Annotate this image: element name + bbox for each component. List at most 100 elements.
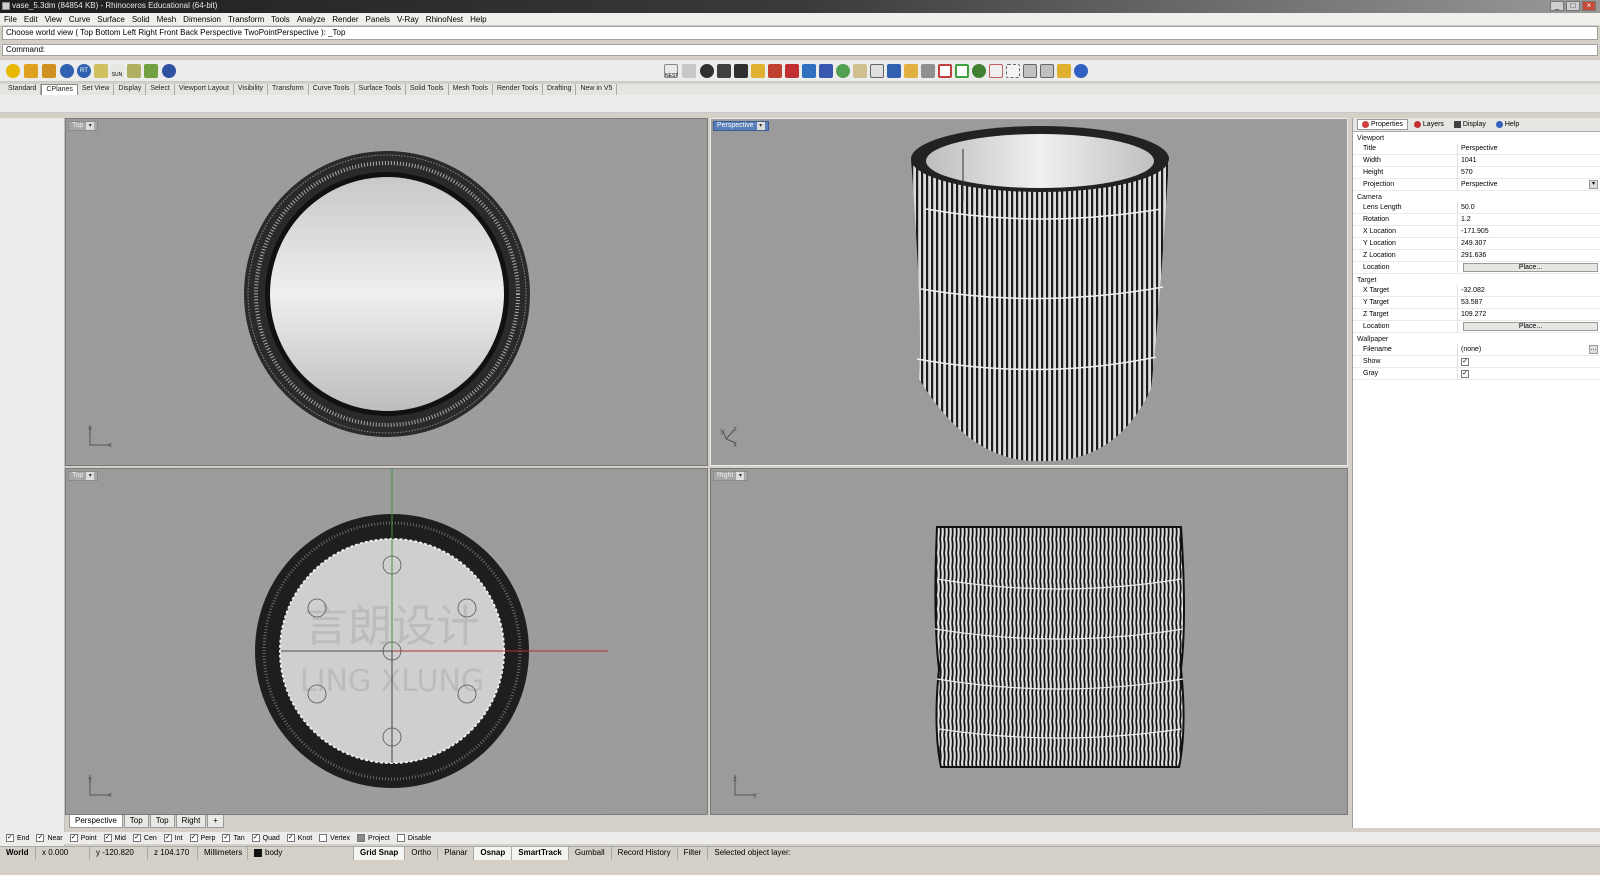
nest-sheet-icon[interactable]	[734, 64, 748, 78]
viewport-top-2[interactable]: Top ▾ 言朗设计 LING XLUNG y x	[65, 468, 708, 815]
osnap-int[interactable]: ✓ Int	[163, 834, 183, 842]
current-layer[interactable]: body	[248, 846, 354, 860]
tab-drafting[interactable]: Drafting	[543, 84, 577, 95]
osnap-mid-checkbox[interactable]: ✓	[103, 834, 112, 842]
prop-x-target-value[interactable]: -32.082	[1457, 285, 1600, 296]
menu-curve[interactable]: Curve	[69, 15, 90, 24]
menu-rhinonest[interactable]: RhinoNest	[426, 15, 463, 24]
osnap-vertex-checkbox[interactable]	[319, 834, 328, 842]
render-icon[interactable]	[60, 64, 74, 78]
viewport-title-right[interactable]: Right ▾	[713, 471, 749, 481]
osnap-disable-checkbox[interactable]	[396, 834, 405, 842]
planar-toggle[interactable]: Planar	[438, 846, 475, 860]
rhino-app-icon[interactable]	[2, 2, 10, 10]
osnap-perp[interactable]: ✓ Perp	[189, 834, 215, 842]
nest-stop-icon[interactable]	[768, 64, 782, 78]
close-button[interactable]: ×	[1582, 1, 1596, 11]
osnap-toggle[interactable]: Osnap	[474, 846, 513, 860]
viewport-menu-arrow-icon[interactable]: ▾	[736, 472, 745, 480]
tab-set-view[interactable]: Set View	[78, 84, 115, 95]
flag-icon[interactable]	[870, 64, 884, 78]
osnap-end[interactable]: ✓ End	[6, 834, 29, 842]
prop-title-value[interactable]: Perspective	[1457, 143, 1600, 154]
sun-icon[interactable]: SUN	[110, 64, 124, 78]
viewport-tab-right[interactable]: Right	[175, 815, 207, 828]
menu-view[interactable]: View	[45, 15, 62, 24]
prop-y-location-value[interactable]: 249.307	[1457, 238, 1600, 249]
projection-select[interactable]: Perspective ▾	[1457, 179, 1600, 190]
menu-solid[interactable]: Solid	[132, 15, 150, 24]
tab-cplanes[interactable]: CPlanes	[41, 84, 78, 95]
nest-parts-icon[interactable]	[717, 64, 731, 78]
osnap-knot[interactable]: ✓ Knot	[286, 834, 312, 842]
list-icon[interactable]	[682, 64, 696, 78]
arrow-blue-icon[interactable]	[802, 64, 816, 78]
menu-analyze[interactable]: Analyze	[297, 15, 325, 24]
osnap-int-checkbox[interactable]: ✓	[163, 834, 172, 842]
viewport-tab-top[interactable]: Top	[123, 815, 149, 828]
panel-tab-help[interactable]: Help	[1492, 120, 1523, 129]
viewport-tab-perspective[interactable]: Perspective	[69, 815, 123, 828]
menu-dimension[interactable]: Dimension	[183, 15, 221, 24]
osnap-cen-checkbox[interactable]: ✓	[132, 834, 141, 842]
minimize-button[interactable]: _	[1550, 1, 1564, 11]
units-indicator[interactable]: Millimeters	[198, 846, 248, 860]
open-icon[interactable]	[24, 64, 38, 78]
viewport-title-top[interactable]: Top ▾	[68, 121, 99, 131]
select-window-icon[interactable]	[938, 64, 952, 78]
prop-x-location-value[interactable]: -171.905	[1457, 226, 1600, 237]
wallpaper-filename-field[interactable]: (none)…	[1457, 344, 1600, 355]
grid-snap-toggle[interactable]: Grid Snap	[354, 846, 406, 860]
osnap-tan[interactable]: ✓ Tan	[222, 834, 245, 842]
osnap-quad-checkbox[interactable]: ✓	[251, 834, 260, 842]
ortho-toggle[interactable]: Ortho	[405, 846, 439, 860]
camera-place-button[interactable]: Place...	[1463, 263, 1598, 272]
ground-plane-icon[interactable]	[144, 64, 158, 78]
prop-height-value[interactable]: 570	[1457, 167, 1600, 178]
menu-file[interactable]: File	[4, 15, 17, 24]
menu-tools[interactable]: Tools	[271, 15, 290, 24]
menu-edit[interactable]: Edit	[24, 15, 38, 24]
grid-layout-icon[interactable]	[955, 64, 969, 78]
rt-render-icon[interactable]: RT	[77, 64, 91, 78]
viewport-right[interactable]: Right ▾ z y	[710, 468, 1348, 815]
tab-new-in-v5[interactable]: New in V5	[576, 84, 618, 95]
target-place-button[interactable]: Place...	[1463, 322, 1598, 331]
tab-render-tools[interactable]: Render Tools	[493, 84, 543, 95]
cplane-indicator[interactable]: World	[0, 846, 36, 860]
tab-visibility[interactable]: Visibility	[234, 84, 269, 95]
osnap-vertex[interactable]: Vertex	[319, 834, 350, 842]
gumball-toggle[interactable]: Gumball	[569, 846, 612, 860]
command-line[interactable]: Command:	[2, 44, 1598, 56]
osnap-project-checkbox[interactable]	[357, 834, 366, 842]
osnap-knot-checkbox[interactable]: ✓	[286, 834, 295, 842]
menu-mesh[interactable]: Mesh	[157, 15, 177, 24]
b-icon[interactable]	[989, 64, 1003, 78]
filter-blue-icon[interactable]	[887, 64, 901, 78]
curve-icon[interactable]	[853, 64, 867, 78]
tab-surface-tools[interactable]: Surface Tools	[355, 84, 406, 95]
tab-curve-tools[interactable]: Curve Tools	[309, 84, 355, 95]
pointer-red-icon[interactable]	[785, 64, 799, 78]
box-blue-icon[interactable]	[819, 64, 833, 78]
panel-tab-properties[interactable]: Properties	[1357, 119, 1408, 130]
osnap-tan-checkbox[interactable]: ✓	[222, 834, 231, 842]
link-icon[interactable]	[921, 64, 935, 78]
viewport-perspective[interactable]: Perspective ▾ z y x	[710, 118, 1348, 466]
nest-run-icon[interactable]	[751, 64, 765, 78]
tab-select[interactable]: Select	[146, 84, 175, 95]
viewport-top[interactable]: Top ▾ y x	[65, 118, 708, 466]
viewport-title-top-2[interactable]: Top ▾	[68, 471, 99, 481]
osnap-point-checkbox[interactable]: ✓	[69, 834, 78, 842]
viewport-menu-arrow-icon[interactable]: ▾	[86, 472, 95, 480]
dotted-rect-icon[interactable]	[1006, 64, 1020, 78]
record-history-toggle[interactable]: Record History	[612, 846, 678, 860]
add-viewport-tab-button[interactable]: +	[207, 815, 224, 828]
viewport-tab-top-2[interactable]: Top	[149, 815, 175, 828]
menu-render[interactable]: Render	[332, 15, 358, 24]
open-folder-icon[interactable]	[1057, 64, 1071, 78]
panel-tab-display[interactable]: Display	[1450, 120, 1490, 129]
prop-y-target-value[interactable]: 53.587	[1457, 297, 1600, 308]
osnap-point[interactable]: ✓ Point	[69, 834, 97, 842]
nest-icon[interactable]: NEST	[664, 64, 678, 79]
